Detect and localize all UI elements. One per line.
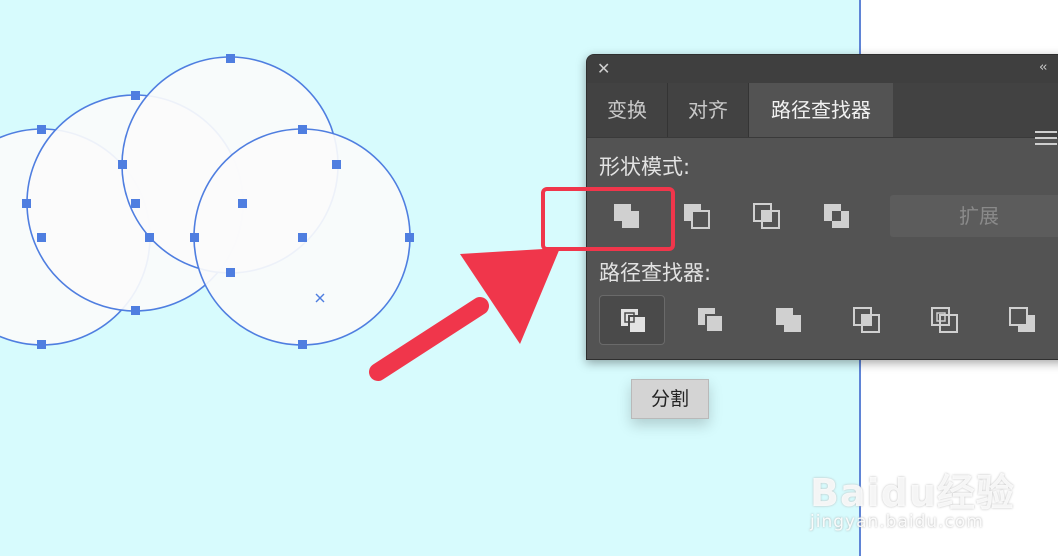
outline-icon [931, 307, 958, 333]
intersect-icon [753, 203, 780, 229]
watermark-logo: Baidu经验 [810, 471, 1015, 515]
trim-icon [698, 308, 724, 333]
panel-tabs: 变换 对齐 路径查找器 [587, 83, 1058, 145]
exclude-button[interactable] [803, 191, 869, 241]
merge-button[interactable] [755, 295, 821, 345]
tab-align[interactable]: 对齐 [668, 83, 748, 137]
crop-button[interactable] [833, 295, 899, 345]
minus-front-icon [684, 204, 710, 229]
divide-button[interactable] [599, 295, 665, 345]
tab-transform[interactable]: 变换 [587, 83, 667, 137]
intersect-button[interactable] [733, 191, 799, 241]
expand-button[interactable]: 扩展 [890, 195, 1058, 237]
merge-icon [776, 308, 801, 332]
outline-button[interactable] [911, 295, 977, 345]
crop-icon [853, 307, 880, 333]
minus-back-button[interactable] [989, 295, 1055, 345]
red-highlight-box [541, 187, 675, 251]
watermark-url: jingyan.baidu.com [810, 512, 984, 532]
trim-button[interactable] [677, 295, 743, 345]
shape-modes-label: 形状模式: [599, 155, 691, 179]
panel-menu-icon[interactable] [1035, 131, 1057, 149]
tab-pathfinder[interactable]: 路径查找器 [749, 83, 893, 137]
pathfinders-label: 路径查找器: [599, 261, 712, 285]
divide-tooltip: 分割 [631, 379, 709, 419]
collapse-icon[interactable]: ‹‹ [1039, 60, 1048, 75]
divide-icon [621, 309, 647, 334]
panel-titlebar[interactable]: ✕ ‹‹ [587, 55, 1058, 83]
close-icon[interactable]: ✕ [597, 60, 610, 78]
minus-back-icon [1009, 307, 1035, 332]
watermark: Baidu经验 jingyan.baidu.com [810, 440, 1050, 550]
red-arrow-annotation [369, 248, 560, 381]
exclude-icon [824, 204, 849, 228]
